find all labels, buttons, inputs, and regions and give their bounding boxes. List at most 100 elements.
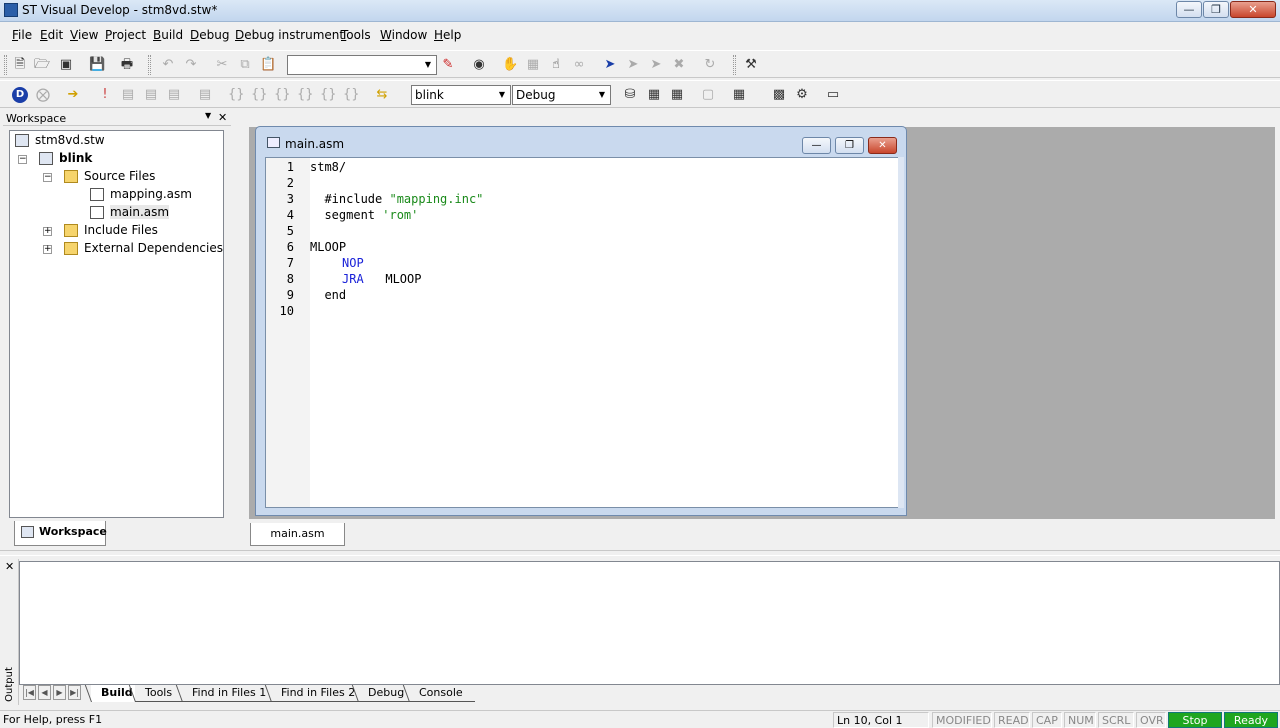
- menu-window[interactable]: Window: [380, 28, 427, 42]
- print-icon[interactable]: 🖶: [119, 57, 135, 73]
- close-icon[interactable]: ✕: [218, 111, 227, 124]
- menu-debug[interactable]: Debug: [190, 28, 229, 42]
- disassembly-icon[interactable]: ▤: [197, 87, 213, 103]
- doc-close-button[interactable]: ✕: [868, 137, 897, 154]
- toolbar-grip[interactable]: [733, 55, 736, 75]
- pin-icon[interactable]: ▼: [205, 111, 211, 120]
- bookmark-toggle-icon[interactable]: ➤: [602, 57, 618, 73]
- debug-start-icon[interactable]: D: [12, 87, 28, 103]
- step-asm-icon[interactable]: {}: [297, 87, 314, 103]
- expand-icon[interactable]: +: [43, 227, 52, 236]
- debug-stop-icon[interactable]: ⨂: [35, 87, 51, 103]
- document-title: main.asm: [285, 137, 345, 151]
- show-next-icon[interactable]: ⇆: [374, 87, 390, 103]
- rebuild-icon[interactable]: ▦: [669, 87, 685, 103]
- step-out-asm-icon[interactable]: {}: [320, 87, 337, 103]
- refresh-icon[interactable]: ↻: [702, 57, 718, 73]
- maximize-icon: ❐: [845, 140, 854, 151]
- close-button[interactable]: ✕: [1230, 1, 1276, 18]
- line-number: 10: [279, 304, 294, 318]
- output-area[interactable]: [19, 561, 1280, 685]
- copy-icon[interactable]: ⧉: [237, 57, 253, 73]
- tree-node-project[interactable]: blink: [39, 150, 92, 167]
- tree-node-workspace[interactable]: stm8vd.stw: [15, 132, 105, 149]
- menu-edit[interactable]: Edit: [40, 28, 63, 42]
- menu-help[interactable]: Help: [434, 28, 461, 42]
- tree-node-include-files[interactable]: Include Files: [64, 222, 158, 239]
- config-combo[interactable]: Debug ▼: [512, 85, 611, 105]
- menu-tools[interactable]: Tools: [341, 28, 371, 42]
- breakpoint-icon[interactable]: !: [97, 87, 113, 103]
- breakpoint-hand-icon[interactable]: ☝: [548, 57, 564, 73]
- hand-icon[interactable]: ✋: [502, 57, 518, 73]
- step-out-icon[interactable]: {}: [251, 87, 268, 103]
- step-icon[interactable]: ▤: [120, 87, 136, 103]
- cut-icon[interactable]: ✂: [214, 57, 230, 73]
- editor-scrollbar[interactable]: [898, 157, 904, 508]
- last-tab-icon[interactable]: ▶|: [68, 685, 81, 700]
- bookmark-prev-icon[interactable]: ➤: [648, 57, 664, 73]
- menu-debug-instrument[interactable]: Debug instrument: [235, 28, 344, 42]
- programmer-icon[interactable]: ▦: [731, 87, 747, 103]
- output-tab-console[interactable]: Console: [409, 685, 475, 702]
- chip-icon[interactable]: ▩: [771, 87, 787, 103]
- code-text: segment: [310, 208, 383, 222]
- compile-icon[interactable]: ⛁: [622, 87, 638, 103]
- status-num: NUM: [1064, 712, 1096, 728]
- go-arrow-icon[interactable]: ➔: [65, 87, 81, 103]
- code-editor[interactable]: 1 2 3 4 5 6 7 8 9 10 stm8/ #include "map…: [265, 157, 900, 508]
- bookmark-icon[interactable]: ▦: [525, 57, 541, 73]
- tree-node-file-mapping[interactable]: mapping.asm: [90, 186, 192, 203]
- doc-maximize-button[interactable]: ❐: [835, 137, 864, 154]
- workspace-header-label: Workspace: [6, 112, 67, 125]
- prev-tab-icon[interactable]: ◀: [38, 685, 51, 700]
- menu-file[interactable]: File: [12, 28, 32, 42]
- tree-node-external-deps[interactable]: External Dependencies: [64, 240, 223, 257]
- menu-build[interactable]: Build: [153, 28, 183, 42]
- chevron-down-icon: ▼: [598, 90, 606, 99]
- tools-icon[interactable]: ⚒: [743, 57, 759, 73]
- bookmark-clear-icon[interactable]: ✖: [671, 57, 687, 73]
- tree-node-file-main[interactable]: main.asm: [90, 204, 170, 221]
- step-over-icon[interactable]: ▤: [166, 87, 182, 103]
- run-to-cursor-icon[interactable]: {}: [274, 87, 291, 103]
- step-in-icon[interactable]: {}: [228, 87, 245, 103]
- expand-icon[interactable]: +: [43, 245, 52, 254]
- collapse-icon[interactable]: −: [43, 173, 52, 182]
- glasses-icon[interactable]: ∞: [571, 57, 587, 73]
- find-in-files-icon[interactable]: ✎: [440, 57, 456, 73]
- save-icon[interactable]: 💾: [89, 57, 105, 73]
- project-combo[interactable]: blink ▼: [411, 85, 511, 105]
- bookmark-next-icon[interactable]: ➤: [625, 57, 641, 73]
- collapse-icon[interactable]: −: [18, 155, 27, 164]
- workspace-tab[interactable]: Workspace: [14, 521, 107, 546]
- new-window-icon[interactable]: ▣: [58, 57, 74, 73]
- splitter[interactable]: [0, 550, 1280, 556]
- braces-icon[interactable]: {}: [343, 87, 360, 103]
- toolbar-grip[interactable]: [148, 55, 151, 75]
- open-folder-icon[interactable]: 🗁: [34, 57, 50, 73]
- output-tab-find1[interactable]: Find in Files 1: [182, 685, 279, 702]
- redo-icon[interactable]: ↷: [183, 57, 199, 73]
- paste-icon[interactable]: 📋: [260, 57, 276, 73]
- toolbar-grip[interactable]: [4, 55, 7, 75]
- undo-icon[interactable]: ↶: [160, 57, 176, 73]
- eraser-icon[interactable]: ▭: [825, 87, 841, 103]
- menu-view[interactable]: View: [70, 28, 98, 42]
- settings-gear-icon[interactable]: ⚙: [794, 87, 810, 103]
- minimize-button[interactable]: —: [1176, 1, 1202, 18]
- menu-project[interactable]: Project: [105, 28, 146, 42]
- doc-minimize-button[interactable]: —: [802, 137, 831, 154]
- first-tab-icon[interactable]: |◀: [23, 685, 36, 700]
- next-tab-icon[interactable]: ▶: [53, 685, 66, 700]
- document-tab[interactable]: main.asm: [250, 523, 345, 546]
- new-file-icon[interactable]: 🗎: [12, 57, 28, 73]
- step-into-icon[interactable]: ▤: [143, 87, 159, 103]
- binoculars-icon[interactable]: ◉: [471, 57, 487, 73]
- close-icon[interactable]: ✕: [5, 560, 14, 573]
- maximize-button[interactable]: ❐: [1203, 1, 1229, 18]
- find-combo[interactable]: ▼: [287, 55, 437, 75]
- stop-build-icon[interactable]: ▢: [700, 87, 716, 103]
- build-icon[interactable]: ▦: [646, 87, 662, 103]
- tree-node-source-files[interactable]: Source Files: [64, 168, 155, 185]
